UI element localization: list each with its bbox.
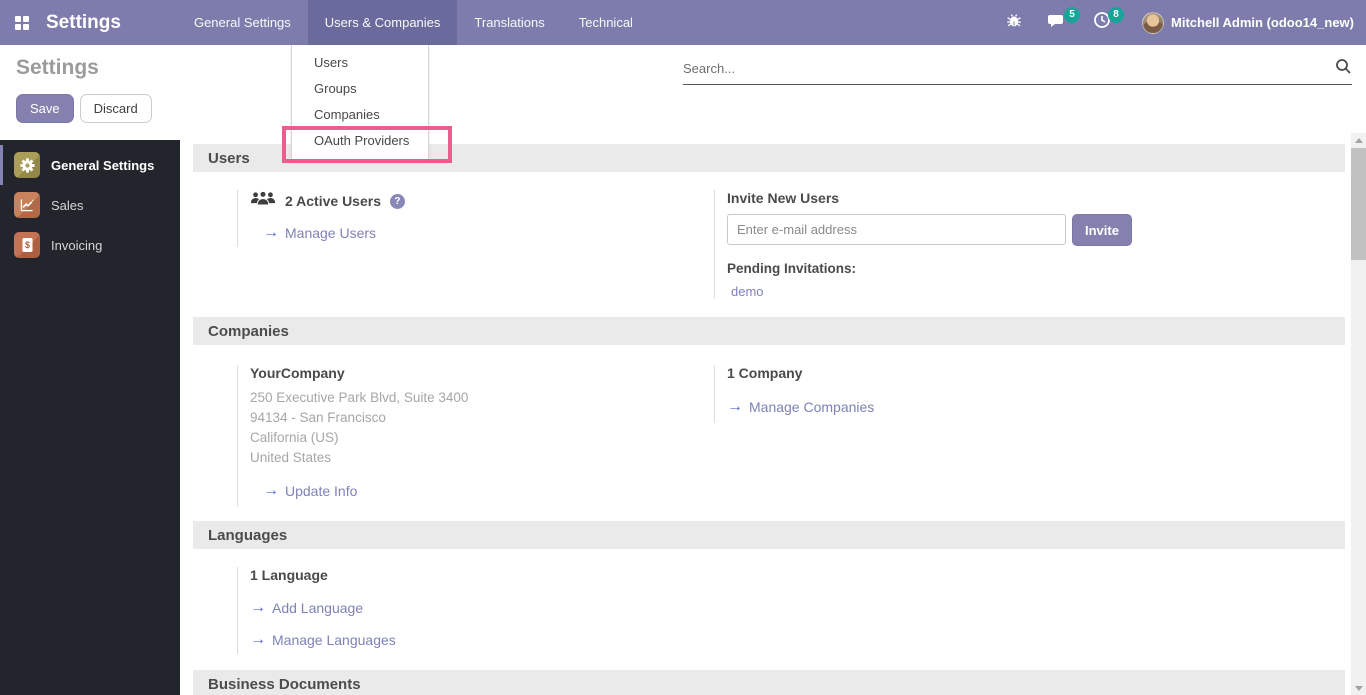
company-count-box: 1 Company → Manage Companies — [714, 365, 874, 423]
gear-icon — [14, 152, 40, 178]
help-icon[interactable]: ? — [390, 194, 405, 209]
company-address-line: California (US) — [250, 428, 468, 448]
section-companies: YourCompany 250 Executive Park Blvd, Sui… — [180, 345, 1351, 521]
activities-badge: 8 — [1108, 7, 1124, 23]
search-icon[interactable] — [1335, 58, 1352, 75]
languages-box: 1 Language → Add Language → Manage Langu… — [237, 567, 396, 654]
update-info-link[interactable]: → Update Info — [263, 483, 468, 499]
manage-users-link[interactable]: → Manage Users — [263, 225, 405, 241]
sales-chart-icon — [14, 192, 40, 218]
settings-sidebar: General Settings Sales $ Invoicing — [0, 140, 180, 695]
pending-invitation-demo[interactable]: demo — [731, 284, 1132, 299]
manage-languages-link[interactable]: → Manage Languages — [250, 632, 396, 648]
avatar[interactable] — [1142, 12, 1164, 34]
search-input[interactable] — [683, 55, 1335, 78]
add-language-link[interactable]: → Add Language — [250, 600, 396, 616]
menu-general-settings[interactable]: General Settings — [177, 0, 308, 45]
company-address-line: 250 Executive Park Blvd, Suite 3400 — [250, 388, 468, 408]
scrollbar-down-arrow[interactable] — [1351, 681, 1366, 695]
invite-button[interactable]: Invite — [1072, 214, 1132, 246]
users-companies-dropdown: Users Groups Companies OAuth Providers — [291, 45, 429, 160]
users-group-icon — [250, 190, 276, 212]
apps-menu-button[interactable] — [0, 0, 44, 45]
sidebar-item-general-settings[interactable]: General Settings — [0, 145, 180, 185]
systray: 5 8 Mitchell Admin (odoo14_new) — [993, 0, 1366, 45]
invoice-document-icon: $ — [14, 232, 40, 258]
language-count: 1 Language — [250, 567, 396, 583]
menu-users-companies[interactable]: Users & Companies — [308, 0, 458, 45]
debug-menu-button[interactable] — [993, 0, 1035, 45]
company-name: YourCompany — [250, 365, 468, 381]
sidebar-item-label: Invoicing — [51, 238, 102, 253]
section-header-languages: Languages — [193, 521, 1345, 549]
sidebar-item-sales[interactable]: Sales — [0, 185, 180, 225]
activities-button[interactable]: 8 — [1080, 0, 1124, 45]
active-users-count: 2 Active Users — [285, 193, 381, 209]
user-menu[interactable]: Mitchell Admin (odoo14_new) — [1171, 15, 1354, 30]
company-count: 1 Company — [727, 365, 874, 381]
bug-icon — [1006, 12, 1022, 33]
section-header-companies: Companies — [193, 317, 1345, 345]
messages-badge: 5 — [1064, 7, 1080, 23]
control-panel: Settings Save Discard — [0, 45, 1366, 140]
odoo-settings-screen: Settings General Settings Users & Compan… — [0, 0, 1366, 695]
scrollbar-up-arrow[interactable] — [1351, 133, 1366, 147]
section-languages: 1 Language → Add Language → Manage Langu… — [180, 549, 1351, 670]
vertical-scrollbar — [1351, 133, 1366, 695]
sidebar-item-invoicing[interactable]: $ Invoicing — [0, 225, 180, 265]
settings-main-panel: Users 2 Active Users ? → Manage Users In… — [180, 140, 1351, 695]
svg-text:$: $ — [24, 240, 29, 250]
discard-button[interactable]: Discard — [80, 94, 152, 123]
top-navbar: Settings General Settings Users & Compan… — [0, 0, 1366, 45]
arrow-right-icon: → — [250, 600, 266, 616]
dropdown-item-companies[interactable]: Companies — [292, 102, 428, 128]
scrollbar-thumb[interactable] — [1351, 148, 1366, 260]
apps-grid-icon — [15, 16, 29, 30]
search-bar — [683, 55, 1352, 85]
control-panel-buttons: Save Discard — [16, 94, 152, 123]
manage-companies-link[interactable]: → Manage Companies — [727, 399, 874, 415]
company-info-box: YourCompany 250 Executive Park Blvd, Sui… — [237, 365, 468, 507]
save-button[interactable]: Save — [16, 94, 74, 123]
sidebar-item-label: General Settings — [51, 158, 154, 173]
invite-new-users-label: Invite New Users — [727, 190, 1132, 206]
company-address-line: 94134 - San Francisco — [250, 408, 468, 428]
dropdown-item-groups[interactable]: Groups — [292, 76, 428, 102]
pending-invitations-label: Pending Invitations: — [727, 261, 1132, 276]
active-users-box: 2 Active Users ? → Manage Users — [237, 190, 405, 247]
arrow-right-icon: → — [727, 399, 743, 415]
sidebar-item-label: Sales — [51, 198, 84, 213]
dropdown-item-users[interactable]: Users — [292, 50, 428, 76]
invite-email-field[interactable] — [727, 214, 1066, 245]
app-brand[interactable]: Settings — [44, 0, 135, 45]
arrow-right-icon: → — [263, 483, 279, 499]
menu-translations[interactable]: Translations — [457, 0, 561, 45]
invite-users-box: Invite New Users Invite Pending Invitati… — [714, 190, 1132, 299]
company-address-line: United States — [250, 448, 468, 468]
menu-technical[interactable]: Technical — [562, 0, 650, 45]
dropdown-item-oauth-providers[interactable]: OAuth Providers — [292, 128, 428, 154]
arrow-right-icon: → — [250, 632, 266, 648]
messages-button[interactable]: 5 — [1035, 0, 1080, 45]
page-title: Settings — [16, 56, 99, 80]
section-users: 2 Active Users ? → Manage Users Invite N… — [180, 172, 1351, 317]
arrow-right-icon: → — [263, 225, 279, 241]
section-header-business-documents: Business Documents — [193, 670, 1345, 695]
